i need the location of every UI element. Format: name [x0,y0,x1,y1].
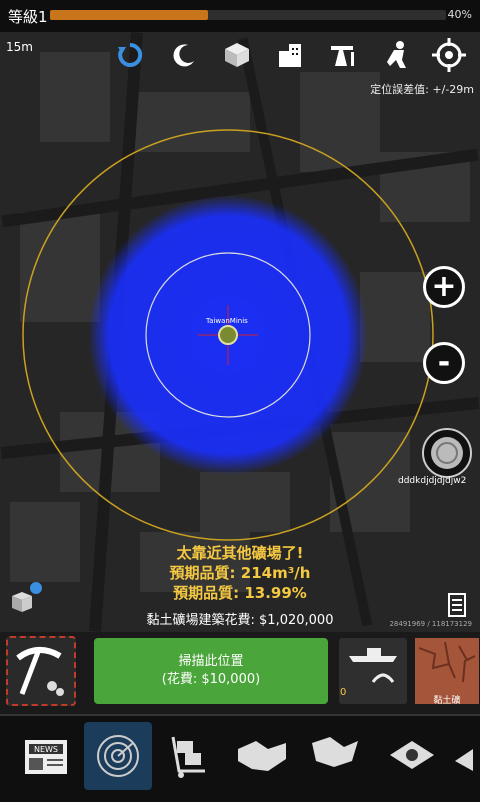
news-button[interactable]: NEWS [12,722,80,790]
coordinates: 28491969 / 118173129 [389,620,472,628]
oil-pump-icon[interactable] [325,36,363,74]
news-label: NEWS [34,745,58,754]
refresh-icon[interactable] [111,36,149,74]
xp-percent: 40% [447,8,472,21]
level-label: 等級1 [8,8,48,26]
cart-icon [171,736,205,778]
mine-icon [390,741,434,769]
radar-icon [97,735,139,777]
accuracy-label: 定位誤差值: +/-29m [370,83,474,96]
scan-location-button[interactable]: 掃描此位置 (花費: $10,000) [94,638,328,704]
warning-title: 太靠近其他礦場了! [176,544,304,562]
xp-progress-bar [50,10,446,20]
scan-cost: (花費: $10,000) [161,672,261,687]
zoom-out-button[interactable]: - [423,342,465,384]
drone-count: 0 [340,687,347,698]
drone-button[interactable] [339,638,407,704]
more-icon [455,749,473,771]
crosshair-icon[interactable] [430,36,468,74]
warning-message: 太靠近其他礦場了! 預期品質: 214m³/h 預期品質: 13.99% [0,543,480,603]
scan-title: 掃描此位置 [178,654,244,669]
xp-progress-fill [50,10,209,20]
distance-label: 15m [6,40,33,54]
radar-button[interactable] [84,722,152,790]
moon-icon[interactable] [165,36,203,74]
location-marker [218,325,238,345]
trade-button[interactable] [300,722,368,790]
map-view[interactable]: TaiwanMinis [0,32,480,632]
cube-icon[interactable] [218,36,256,74]
news-icon: NEWS [25,740,67,774]
handshake-button[interactable] [228,722,296,790]
clay-label: 黏土礦 [433,696,461,706]
person-icon[interactable] [378,36,416,74]
cart-button[interactable] [156,722,224,790]
drone-icon [349,648,397,683]
more-button[interactable] [448,722,480,790]
expected-quality-1: 預期品質: 214m³/h [169,564,311,582]
marker-label: TaiwanMinis [206,317,248,325]
pickaxe-icon [16,647,64,696]
scan-overlay [22,129,434,541]
mine-button[interactable] [378,722,446,790]
handshake-icon [238,741,286,771]
username-label: dddkdjdjdjdjw2 [398,476,467,486]
zoom-in-button[interactable]: + [423,266,465,308]
expected-quality-2: 預期品質: 13.99% [173,584,307,602]
building-icon[interactable] [271,36,309,74]
trade-icon [312,737,358,767]
pickaxe-button[interactable] [6,636,76,706]
avatar[interactable] [422,428,472,478]
